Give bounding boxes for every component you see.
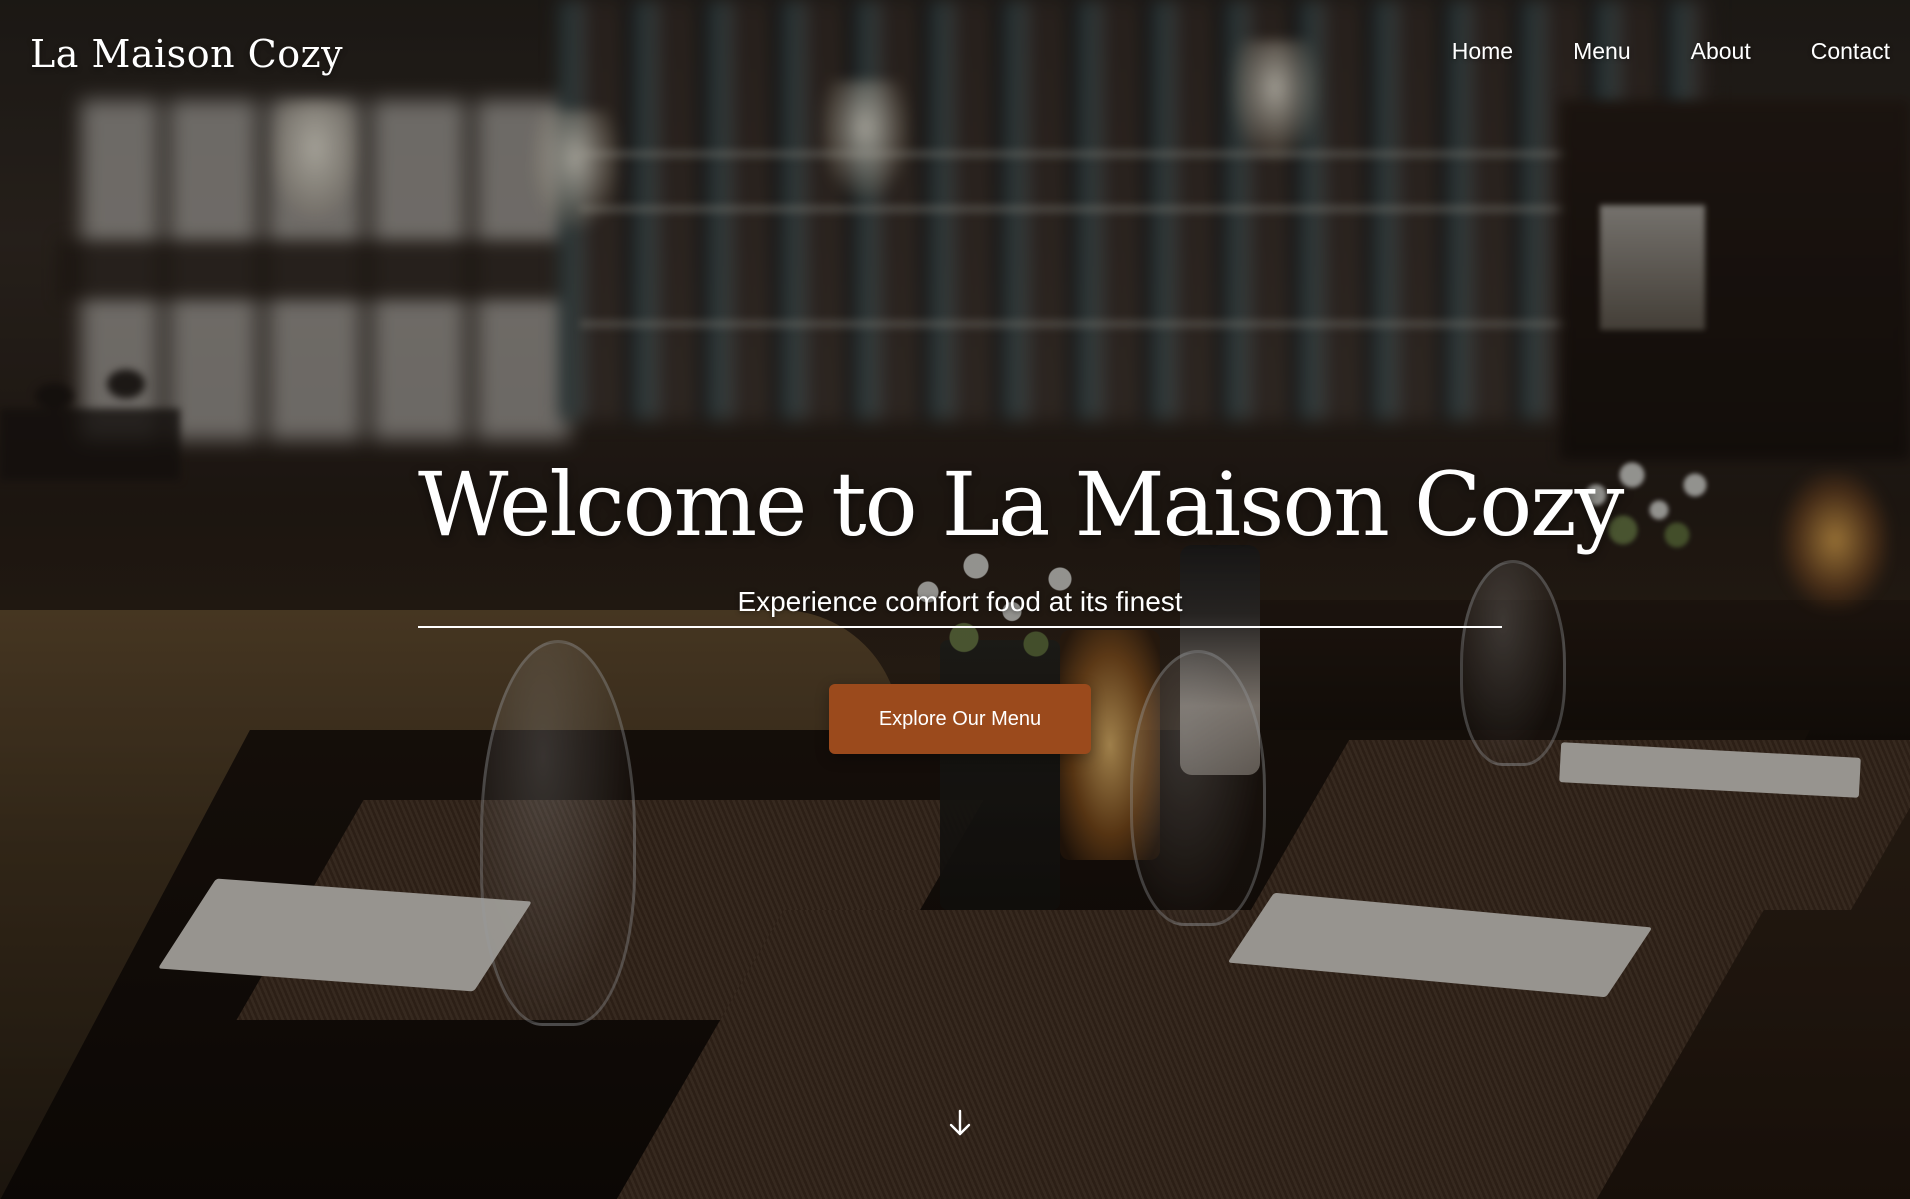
nav-link-home[interactable]: Home [1452,38,1513,65]
nav-link-contact[interactable]: Contact [1811,38,1890,65]
brand-logo-text[interactable]: La Maison Cozy [30,32,343,76]
hero-section: La Maison Cozy Home Menu About Contact W… [0,0,1910,1199]
nav-link-about[interactable]: About [1691,38,1751,65]
arrow-down-icon[interactable] [947,1108,973,1138]
hero-title: Welcome to La Maison Cozy [418,453,1624,556]
nav-links: Home Menu About Contact [1392,38,1890,65]
explore-menu-button[interactable]: Explore Our Menu [829,684,1091,754]
hero-subtitle: Experience comfort food at its finest [737,586,1183,617]
top-navbar: La Maison Cozy Home Menu About Contact [0,0,1910,110]
hero-content: Welcome to La Maison Cozy Experience com… [418,450,1624,754]
hero-divider [418,626,1502,628]
nav-link-menu[interactable]: Menu [1573,38,1631,65]
